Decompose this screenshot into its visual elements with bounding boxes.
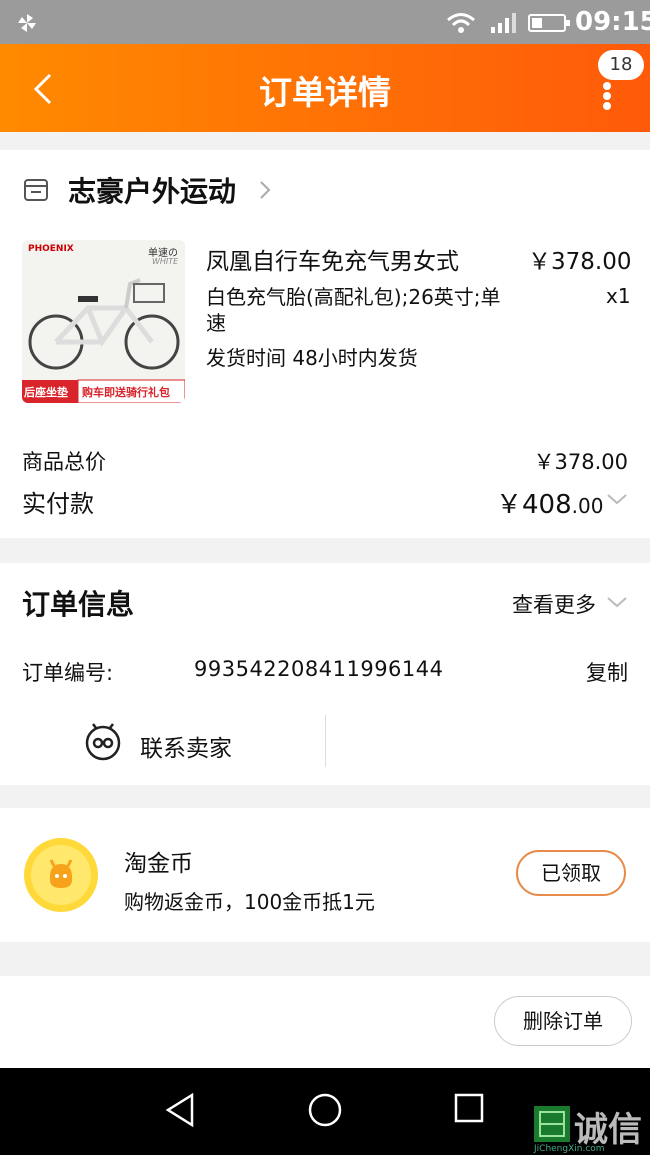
chevron-down-icon[interactable] — [606, 595, 628, 609]
nav-home-icon[interactable] — [307, 1092, 343, 1128]
total-label: 商品总价 — [22, 450, 106, 474]
order-info-card: 订单信息 查看更多 订单编号: 993542208411996144 复制 联系… — [0, 563, 650, 785]
watermark: 诚信 JiChengXin.com — [532, 1104, 642, 1154]
copy-button[interactable]: 复制 — [586, 657, 628, 687]
chevron-right-icon — [260, 181, 271, 199]
contact-seller-button[interactable]: 联系卖家 — [140, 729, 232, 763]
watermark-subtext: JiChengXin.com — [534, 1144, 605, 1154]
wifi-icon — [447, 13, 475, 33]
product-price: ￥378.00 — [528, 249, 632, 275]
product-quantity: x1 — [606, 284, 631, 308]
bottom-action-bar: 删除订单 — [0, 976, 650, 1068]
gold-coin-icon — [24, 838, 98, 912]
clock: 09:15 — [575, 7, 650, 37]
paid-value[interactable]: ￥408.00 — [496, 484, 603, 521]
message-badge: 18 — [598, 50, 644, 80]
battery-icon — [528, 14, 570, 32]
paid-label: 实付款 — [22, 490, 94, 518]
shipping-time: 发货时间 48小时内发货 — [206, 346, 418, 370]
view-more-link[interactable]: 查看更多 — [512, 589, 596, 619]
paid-integer: 408 — [522, 490, 572, 520]
product-thumbnail[interactable]: PHOENIX 单速の WHITE 后座坐垫 购车即送骑行礼包 — [22, 240, 185, 403]
paid-currency: ￥ — [496, 490, 523, 520]
thumb-left-banner: 后座坐垫 — [24, 386, 68, 399]
product-name[interactable]: 凤凰自行车免充气男女式 — [206, 242, 459, 276]
app-header: 订单详情 18 — [0, 44, 650, 132]
delete-order-button[interactable]: 删除订单 — [494, 996, 632, 1046]
nav-back-icon[interactable] — [164, 1092, 196, 1128]
nav-recents-icon[interactable] — [453, 1092, 485, 1124]
order-number-value: 993542208411996144 — [194, 657, 444, 681]
chevron-down-icon[interactable] — [606, 492, 628, 506]
coins-card: 淘金币 购物返金币，100金币抵1元 已领取 — [0, 808, 650, 942]
coins-title: 淘金币 — [124, 851, 193, 877]
thumb-brand: PHOENIX — [28, 244, 74, 254]
product-sku: 白色充气胎(高配礼包);26英寸;单速 — [206, 285, 501, 335]
order-number-label: 订单编号: — [22, 661, 114, 685]
watermark-logo-icon — [534, 1106, 570, 1142]
claimed-button[interactable]: 已领取 — [516, 850, 626, 896]
shop-card: 志豪户外运动 PHOENIX 单速の WHITE 后座坐垫 购车即送骑行礼包 凤… — [0, 150, 650, 538]
coins-description: 购物返金币，100金币抵1元 — [124, 890, 375, 914]
vertical-divider — [325, 715, 326, 767]
thumb-tag2: WHITE — [152, 257, 179, 266]
more-options-icon[interactable] — [594, 76, 620, 116]
signal-icon — [491, 13, 516, 33]
store-icon — [24, 179, 48, 201]
shop-name[interactable]: 志豪户外运动 — [68, 170, 236, 210]
thumb-right-banner: 购车即送骑行礼包 — [82, 386, 170, 399]
chat-face-icon[interactable] — [84, 723, 122, 761]
paid-cents: .00 — [571, 494, 604, 518]
total-value: ￥378.00 — [533, 450, 628, 474]
order-info-heading: 订单信息 — [22, 588, 135, 621]
pinwheel-icon — [18, 14, 36, 32]
page-title: 订单详情 — [259, 73, 391, 112]
status-bar: 09:15 — [0, 0, 650, 44]
